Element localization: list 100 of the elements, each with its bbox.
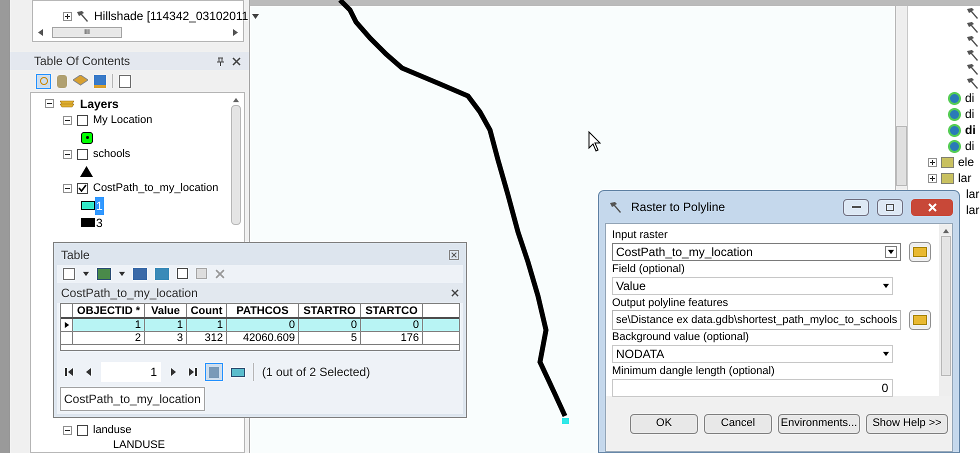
catalog-item[interactable]: di [965, 89, 974, 107]
dialog-button[interactable]: Cancel [704, 414, 772, 434]
field-label: Output polyline features [612, 296, 730, 310]
layer-checkbox[interactable] [77, 149, 88, 160]
table-cell: 0 [227, 319, 299, 331]
hammer-icon [609, 201, 623, 213]
legend-label[interactable]: 3 [95, 214, 104, 232]
expand-icon[interactable] [928, 174, 937, 182]
close-icon [928, 202, 936, 212]
table-tab[interactable]: CostPath_to_my_location [60, 387, 205, 411]
collapse-icon[interactable] [63, 116, 72, 125]
scroll-right-icon[interactable] [232, 28, 239, 36]
field-label: Minimum dangle length (optional) [612, 364, 776, 378]
table-cell: 5 [299, 332, 361, 344]
column-header[interactable]: OBJECTID * [73, 304, 145, 317]
table-cell: 312 [187, 332, 227, 344]
dropdown-arrow-icon[interactable] [883, 351, 890, 357]
layer-name[interactable]: schools [93, 146, 130, 163]
dropdown-field[interactable]: NODATA [612, 345, 894, 363]
layer-name[interactable]: My Location [93, 112, 152, 129]
dropdown-arrow-icon[interactable] [252, 12, 260, 20]
layers-icon [60, 98, 74, 109]
path-end-cell [562, 418, 569, 424]
hammer-icon [966, 63, 980, 75]
column-header[interactable]: STARTCO [361, 304, 423, 317]
field-label: Input raster [612, 228, 669, 242]
expand-icon[interactable] [928, 158, 937, 166]
window-title: Table [61, 247, 90, 264]
table-cell: 176 [361, 332, 423, 344]
catalog-item[interactable]: lar [966, 185, 980, 203]
layers-root[interactable]: Layers [80, 94, 119, 112]
legend-label: LANDUSE [113, 438, 165, 453]
catalog-item[interactable]: di [965, 105, 974, 123]
close-icon[interactable] [451, 252, 457, 258]
catalog-item[interactable]: Hillshade [114342_03102011 [94, 7, 248, 25]
scroll-left-icon[interactable] [37, 28, 44, 36]
dropdown-arrow-icon[interactable] [888, 249, 894, 255]
scroll-thumb[interactable] [896, 126, 907, 186]
close-icon[interactable] [451, 289, 459, 297]
hammer-icon [966, 21, 980, 33]
catalog-item[interactable]: di [965, 121, 976, 139]
dialog-button[interactable]: Show Help >> [866, 414, 948, 434]
catalog-item[interactable]: lar [966, 201, 980, 219]
input-field[interactable]: 0 [612, 379, 894, 397]
catalog-item[interactable]: di [965, 137, 974, 155]
maximize-button[interactable] [877, 198, 903, 216]
table-cell: 1 [73, 319, 145, 331]
collapse-icon[interactable] [63, 150, 72, 159]
input-field[interactable]: se\Distance ex data.gdb\shortest_path_myloc_to_schools [612, 310, 902, 330]
field-label: Background value (optional) [612, 330, 750, 344]
last-record-button[interactable] [187, 368, 197, 376]
dialog-button[interactable]: Environments... [778, 414, 860, 434]
layer-name[interactable]: landuse [93, 422, 132, 439]
expand-icon[interactable] [63, 12, 72, 20]
close-icon[interactable] [232, 56, 241, 66]
pin-icon[interactable] [217, 56, 224, 66]
minimize-button[interactable] [843, 198, 869, 216]
column-header[interactable]: STARTRO [299, 304, 361, 317]
layer-checkbox[interactable] [77, 425, 88, 436]
catalog-item[interactable]: lar [958, 169, 972, 187]
column-header[interactable]: Count [187, 304, 227, 317]
field-label: Field (optional) [612, 262, 686, 276]
hammer-icon [966, 7, 980, 19]
scroll-thumb[interactable] [940, 236, 951, 376]
scroll-up-icon[interactable] [942, 228, 949, 234]
dropdown-arrow-icon[interactable] [883, 283, 890, 289]
panel-title: Table Of Contents [34, 53, 130, 70]
input-raster-combo[interactable]: CostPath_to_my_location [612, 243, 902, 261]
catalog-item[interactable]: ele [958, 153, 974, 171]
record-field[interactable]: 1 [101, 362, 161, 382]
scroll-up-icon[interactable] [233, 97, 239, 103]
dropdown-arrow-icon[interactable] [119, 270, 125, 277]
browse-folder-button[interactable] [909, 310, 932, 330]
table-cell: 1 [187, 319, 227, 331]
collapse-icon[interactable] [45, 99, 54, 108]
column-header[interactable]: PATHCOS [227, 304, 299, 317]
table-cell: 3 [145, 332, 187, 344]
layer-checkbox[interactable] [77, 115, 88, 126]
browse-folder-button[interactable] [909, 242, 932, 262]
first-record-button[interactable] [65, 368, 75, 376]
dialog-button[interactable]: OK [630, 414, 698, 434]
table-row[interactable]: 2 3 312 42060.609 5 176 [61, 332, 459, 345]
layers-icon[interactable] [73, 75, 88, 87]
scroll-thumb[interactable] [231, 105, 241, 225]
hammer-icon [966, 49, 980, 61]
hammer-icon [966, 35, 980, 47]
table-cell: 0 [361, 319, 423, 331]
layer-name[interactable]: CostPath_to_my_location [93, 180, 218, 197]
table-name: CostPath_to_my_location [61, 285, 198, 302]
column-header[interactable]: Value [145, 304, 187, 317]
close-button[interactable] [911, 198, 953, 216]
current-row-icon[interactable] [64, 322, 70, 328]
table-row[interactable]: 1 1 1 0 0 0 [61, 319, 459, 332]
layer-checkbox[interactable] [77, 183, 88, 194]
collapse-icon[interactable] [63, 184, 72, 193]
window-title: Raster to Polyline [631, 199, 726, 216]
dropdown-arrow-icon[interactable] [83, 270, 89, 277]
hammer-icon [76, 10, 90, 22]
dropdown-field[interactable]: Value [612, 277, 894, 295]
collapse-icon[interactable] [63, 426, 72, 435]
